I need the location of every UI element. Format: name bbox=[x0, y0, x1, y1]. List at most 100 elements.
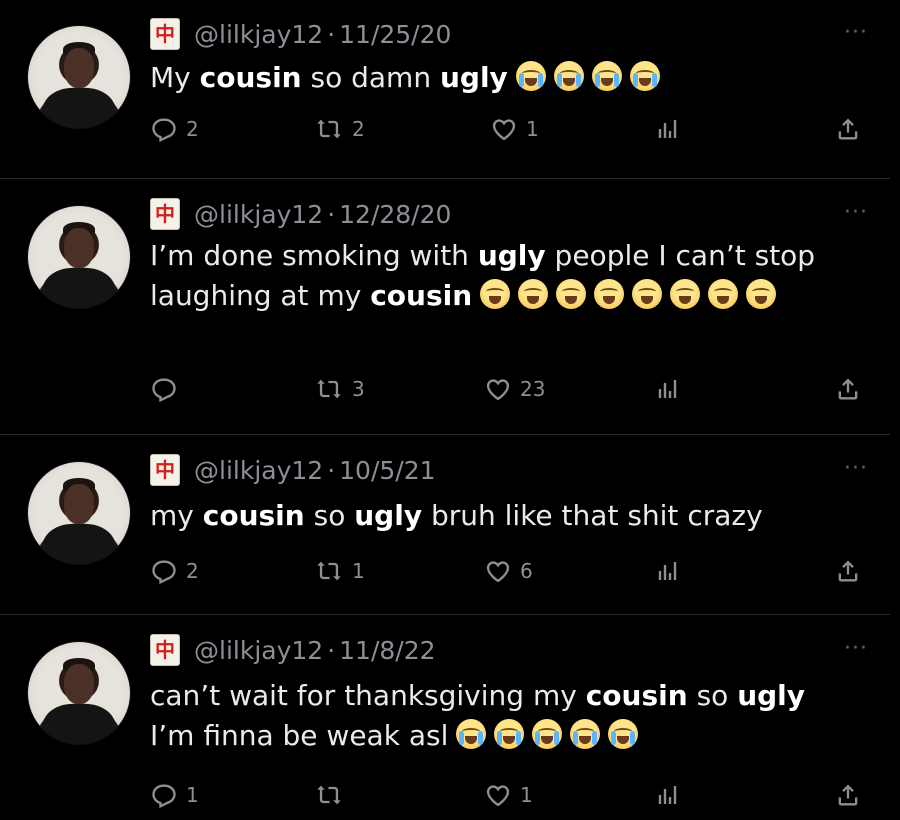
laughing-face-emoji-icon bbox=[632, 279, 663, 309]
views-button[interactable] bbox=[656, 376, 680, 402]
views-button[interactable] bbox=[656, 558, 680, 584]
retweet-icon bbox=[317, 785, 341, 805]
mahjong-red-dragon-icon: 中 bbox=[150, 454, 180, 486]
tweet-header: 中 @lilkjay12 · 11/8/22 bbox=[150, 634, 436, 666]
retweet-button[interactable]: 1 bbox=[314, 557, 365, 585]
user-handle[interactable]: @lilkjay12 bbox=[194, 200, 323, 229]
views-button[interactable] bbox=[656, 782, 680, 808]
tweet-date[interactable]: 12/28/20 bbox=[339, 200, 451, 229]
heart-icon bbox=[486, 785, 510, 807]
views-bar-icon bbox=[658, 380, 677, 398]
laughing-face-emoji-icon bbox=[556, 279, 587, 309]
views-button[interactable] bbox=[656, 116, 680, 142]
avatar[interactable] bbox=[28, 642, 130, 744]
avatar[interactable] bbox=[28, 26, 130, 128]
more-dots-icon[interactable]: ··· bbox=[844, 636, 868, 661]
like-button[interactable]: 1 bbox=[484, 781, 533, 809]
tweet-text: my cousin so ugly bruh like that shit cr… bbox=[150, 496, 870, 536]
laughing-face-emoji-icon bbox=[518, 279, 549, 309]
tweet-body: My cousin so damn ugly bbox=[150, 61, 508, 94]
tweet-header: 中 @lilkjay12 · 11/25/20 bbox=[150, 18, 451, 50]
separator: · bbox=[327, 199, 336, 229]
reply-count: 2 bbox=[186, 117, 199, 141]
avatar[interactable] bbox=[28, 206, 130, 308]
retweet-button[interactable]: 3 bbox=[314, 375, 365, 403]
crying-face-emoji-icon bbox=[570, 719, 601, 749]
mahjong-red-dragon-icon: 中 bbox=[150, 18, 180, 50]
tweet-header: 中 @lilkjay12 · 12/28/20 bbox=[150, 198, 451, 230]
retweet-button[interactable] bbox=[314, 781, 352, 809]
laughing-face-emoji-icon bbox=[746, 279, 777, 309]
separator: · bbox=[327, 635, 336, 665]
share-icon bbox=[838, 784, 858, 806]
retweet-count: 2 bbox=[352, 117, 365, 141]
heart-icon bbox=[492, 119, 516, 141]
laughing-face-emoji-icon bbox=[708, 279, 739, 309]
retweet-count: 3 bbox=[352, 377, 365, 401]
separator: · bbox=[327, 455, 336, 485]
tweet-feed: 中 @lilkjay12 · 11/25/20 ··· My cousin so… bbox=[0, 0, 900, 820]
like-count: 23 bbox=[520, 377, 546, 401]
more-dots-icon[interactable]: ··· bbox=[844, 20, 868, 45]
avatar[interactable] bbox=[28, 462, 130, 564]
like-button[interactable]: 23 bbox=[484, 375, 545, 403]
separator: · bbox=[327, 19, 336, 49]
share-button[interactable] bbox=[834, 115, 862, 143]
share-icon bbox=[838, 560, 858, 582]
views-bar-icon bbox=[658, 562, 677, 580]
like-button[interactable]: 6 bbox=[484, 557, 533, 585]
share-button[interactable] bbox=[834, 781, 862, 809]
tweet[interactable]: 中 @lilkjay12 · 11/25/20 ··· My cousin so… bbox=[0, 0, 890, 179]
emoji-row bbox=[472, 279, 777, 312]
like-count: 1 bbox=[520, 783, 533, 807]
tweet-date[interactable]: 10/5/21 bbox=[339, 456, 435, 485]
tweet[interactable]: 中 @lilkjay12 · 11/8/22 ··· can’t wait fo… bbox=[0, 616, 890, 820]
reply-button[interactable]: 1 bbox=[150, 781, 199, 809]
reply-icon bbox=[152, 560, 176, 585]
user-handle[interactable]: @lilkjay12 bbox=[194, 456, 323, 485]
like-count: 6 bbox=[520, 559, 533, 583]
laughing-face-emoji-icon bbox=[480, 279, 511, 309]
share-button[interactable] bbox=[834, 557, 862, 585]
retweet-count: 1 bbox=[352, 559, 365, 583]
emoji-row bbox=[448, 719, 639, 752]
laughing-face-emoji-icon bbox=[670, 279, 701, 309]
views-bar-icon bbox=[658, 786, 677, 804]
reply-icon bbox=[152, 118, 176, 143]
tweet[interactable]: 中 @lilkjay12 · 12/28/20 ··· I’m done smo… bbox=[0, 180, 890, 435]
reply-button[interactable]: 2 bbox=[150, 115, 199, 143]
tweet-date[interactable]: 11/25/20 bbox=[339, 20, 451, 49]
laughing-face-emoji-icon bbox=[594, 279, 625, 309]
user-handle[interactable]: @lilkjay12 bbox=[194, 636, 323, 665]
tweet-date[interactable]: 11/8/22 bbox=[339, 636, 435, 665]
retweet-icon bbox=[317, 561, 341, 581]
tweet-actions: 2 1 6 bbox=[150, 554, 868, 588]
retweet-button[interactable]: 2 bbox=[314, 115, 365, 143]
retweet-icon bbox=[317, 379, 341, 399]
share-icon bbox=[838, 378, 858, 400]
crying-face-emoji-icon bbox=[608, 719, 639, 749]
crying-face-emoji-icon bbox=[629, 61, 660, 91]
crying-face-emoji-icon bbox=[456, 719, 487, 749]
share-icon bbox=[838, 118, 858, 140]
tweet[interactable]: 中 @lilkjay12 · 10/5/21 ··· my cousin so … bbox=[0, 436, 890, 615]
reply-button[interactable]: 2 bbox=[150, 557, 199, 585]
like-count: 1 bbox=[526, 117, 539, 141]
emoji-row bbox=[508, 61, 660, 94]
reply-count: 2 bbox=[186, 559, 199, 583]
like-button[interactable]: 1 bbox=[490, 115, 539, 143]
views-bar-icon bbox=[658, 120, 677, 138]
crying-face-emoji-icon bbox=[532, 719, 563, 749]
more-dots-icon[interactable]: ··· bbox=[844, 456, 868, 481]
heart-icon bbox=[486, 379, 510, 401]
reply-button[interactable] bbox=[150, 375, 186, 403]
crying-face-emoji-icon bbox=[494, 719, 525, 749]
heart-icon bbox=[486, 561, 510, 583]
retweet-icon bbox=[317, 119, 341, 139]
user-handle[interactable]: @lilkjay12 bbox=[194, 20, 323, 49]
share-button[interactable] bbox=[834, 375, 862, 403]
more-dots-icon[interactable]: ··· bbox=[844, 200, 868, 225]
tweet-text: I’m done smoking with ugly people I can’… bbox=[150, 236, 870, 316]
reply-icon bbox=[152, 378, 176, 403]
tweet-text: My cousin so damn ugly bbox=[150, 58, 870, 98]
